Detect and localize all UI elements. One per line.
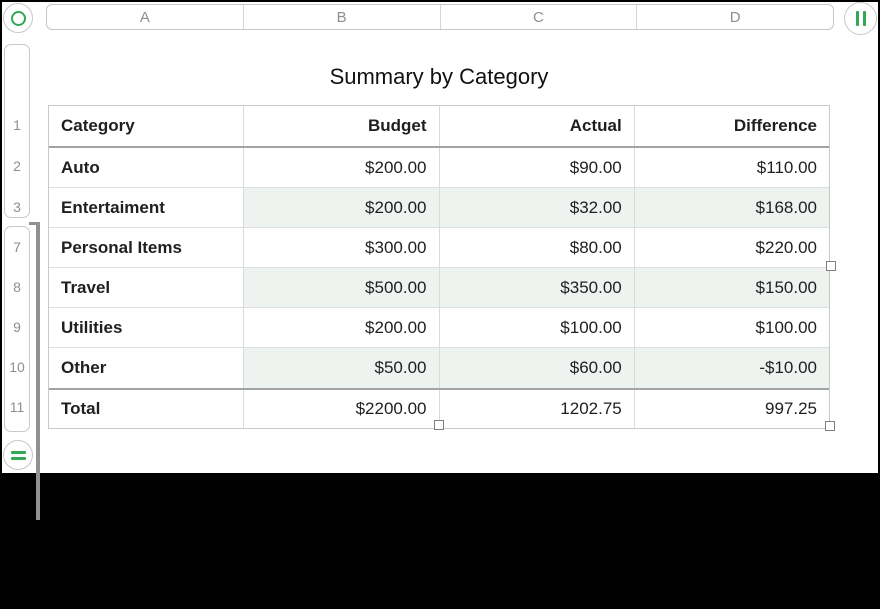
cell-A8[interactable]: Travel bbox=[49, 268, 244, 307]
column-header-D[interactable]: D bbox=[637, 5, 833, 29]
cell-C7[interactable]: $80.00 bbox=[440, 228, 635, 267]
numbers-spreadsheet-view: { "title": "Summary by Category", "colum… bbox=[0, 0, 880, 609]
cell-C10[interactable]: $60.00 bbox=[440, 348, 635, 388]
table-resize-handle-corner[interactable] bbox=[825, 421, 835, 431]
cell-B11[interactable]: $2200.00 bbox=[244, 390, 439, 428]
cell-B10[interactable]: $50.00 bbox=[244, 348, 439, 388]
table-header-row: CategoryBudgetActualDifference bbox=[49, 106, 829, 148]
table-row-travel: Travel$500.00$350.00$150.00 bbox=[49, 268, 829, 308]
cell-B9[interactable]: $200.00 bbox=[244, 308, 439, 347]
table-resize-handle-right[interactable] bbox=[826, 261, 836, 271]
cell-C11[interactable]: 1202.75 bbox=[440, 390, 635, 428]
cell-D8[interactable]: $150.00 bbox=[635, 268, 829, 307]
cell-A2[interactable]: Auto bbox=[49, 148, 244, 187]
cell-B7[interactable]: $300.00 bbox=[244, 228, 439, 267]
hidden-rows-callout-line bbox=[36, 222, 40, 520]
cell-A10[interactable]: Other bbox=[49, 348, 244, 388]
cell-C3[interactable]: $32.00 bbox=[440, 188, 635, 227]
row-header-10[interactable]: 10 bbox=[4, 357, 30, 377]
cell-B1[interactable]: Budget bbox=[244, 106, 439, 146]
row-header-9[interactable]: 9 bbox=[4, 317, 30, 337]
cell-A3[interactable]: Entertaiment bbox=[49, 188, 244, 227]
row-header-2[interactable]: 2 bbox=[4, 156, 30, 176]
cell-D9[interactable]: $100.00 bbox=[635, 308, 829, 347]
table-corner-button[interactable] bbox=[3, 3, 33, 33]
table-row-other: Other$50.00$60.00-$10.00 bbox=[49, 348, 829, 388]
row-header-7[interactable]: 7 bbox=[4, 237, 30, 257]
row-header-8[interactable]: 8 bbox=[4, 277, 30, 297]
cell-C8[interactable]: $350.00 bbox=[440, 268, 635, 307]
column-header-C[interactable]: C bbox=[441, 5, 638, 29]
cell-D10[interactable]: -$10.00 bbox=[635, 348, 829, 388]
cell-D3[interactable]: $168.00 bbox=[635, 188, 829, 227]
cell-D2[interactable]: $110.00 bbox=[635, 148, 829, 187]
cell-A7[interactable]: Personal Items bbox=[49, 228, 244, 267]
circle-outline-icon bbox=[11, 11, 26, 26]
add-column-button[interactable] bbox=[844, 2, 877, 35]
add-column-icon bbox=[856, 11, 859, 26]
cell-D11[interactable]: 997.25 bbox=[635, 390, 829, 428]
cell-D7[interactable]: $220.00 bbox=[635, 228, 829, 267]
column-header-B[interactable]: B bbox=[244, 5, 441, 29]
cell-C1[interactable]: Actual bbox=[440, 106, 635, 146]
cell-C9[interactable]: $100.00 bbox=[440, 308, 635, 347]
table-row-personal-items: Personal Items$300.00$80.00$220.00 bbox=[49, 228, 829, 268]
cell-A9[interactable]: Utilities bbox=[49, 308, 244, 347]
row-header-3[interactable]: 3 bbox=[4, 197, 30, 217]
cell-D1[interactable]: Difference bbox=[635, 106, 829, 146]
row-header-11[interactable]: 11 bbox=[4, 397, 30, 417]
table-resize-handle-bottom[interactable] bbox=[434, 420, 444, 430]
table-row-utilities: Utilities$200.00$100.00$100.00 bbox=[49, 308, 829, 348]
table-row-auto: Auto$200.00$90.00$110.00 bbox=[49, 148, 829, 188]
table-title[interactable]: Summary by Category bbox=[48, 62, 830, 92]
table-row-entertaiment: Entertaiment$200.00$32.00$168.00 bbox=[49, 188, 829, 228]
cell-A11[interactable]: Total bbox=[49, 390, 244, 428]
cell-B3[interactable]: $200.00 bbox=[244, 188, 439, 227]
add-row-button[interactable] bbox=[3, 440, 33, 470]
cell-A1[interactable]: Category bbox=[49, 106, 244, 146]
column-header-bar: ABCD bbox=[46, 4, 834, 30]
column-header-A[interactable]: A bbox=[47, 5, 244, 29]
cell-B8[interactable]: $500.00 bbox=[244, 268, 439, 307]
add-row-icon bbox=[11, 451, 26, 454]
summary-table: CategoryBudgetActualDifferenceAuto$200.0… bbox=[48, 105, 830, 429]
cell-C2[interactable]: $90.00 bbox=[440, 148, 635, 187]
row-header-1[interactable]: 1 bbox=[4, 115, 30, 135]
spreadsheet-canvas: ABCD Summary by Category CategoryBudgetA… bbox=[2, 2, 878, 473]
cell-B2[interactable]: $200.00 bbox=[244, 148, 439, 187]
